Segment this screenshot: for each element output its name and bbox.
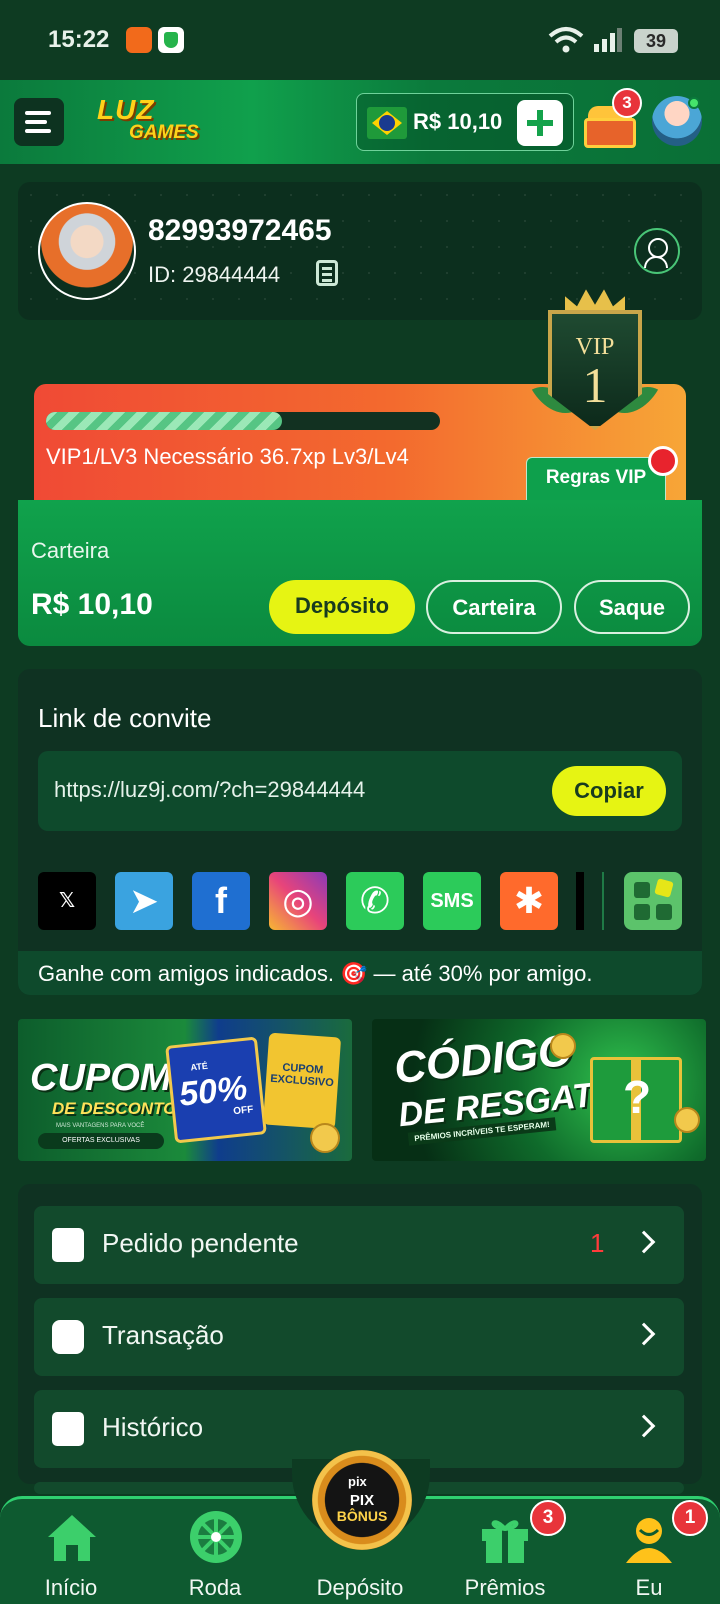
- account-menu-card: Pedido pendente 1 Transação Histórico: [18, 1184, 702, 1494]
- x-icon[interactable]: 𝕏: [38, 872, 96, 930]
- kwai-icon[interactable]: ✱: [500, 872, 558, 930]
- pending-count: 1: [590, 1228, 605, 1258]
- online-dot: [688, 97, 700, 109]
- header-avatar[interactable]: [652, 96, 702, 146]
- vip-badge-level: 1: [582, 357, 608, 413]
- redeem-code-banner[interactable]: CÓDIGO DE RESGATE PRÊMIOS INCRÍVEIS TE E…: [372, 1019, 706, 1161]
- deposit-button[interactable]: Depósito: [269, 580, 415, 634]
- menu-item-label: Pedido pendente: [102, 1228, 299, 1258]
- discount-upto: ATÉ: [189, 1060, 209, 1073]
- wallet-amount: R$ 10,10: [31, 588, 153, 621]
- withdraw-button[interactable]: Saque: [574, 580, 690, 634]
- user-avatar[interactable]: [38, 202, 136, 300]
- edit-profile-icon[interactable]: [634, 228, 680, 274]
- pix-logo: pix: [348, 1474, 367, 1489]
- pix-bonus-button[interactable]: pix PIX BÔNUS: [312, 1450, 412, 1550]
- whatsapp-icon[interactable]: ✆: [346, 872, 404, 930]
- status-bar: 15:22 39: [0, 0, 720, 80]
- chest-badge: 3: [612, 88, 642, 118]
- referral-note: Ganhe com amigos indicados. 🎯 — até 30% …: [18, 951, 702, 995]
- menu-item-label: Histórico: [102, 1412, 204, 1442]
- vip-rules-button[interactable]: Regras VIP: [526, 457, 666, 500]
- discount-off: OFF: [232, 1104, 254, 1118]
- vip-alert-dot: [648, 446, 678, 476]
- nav-home[interactable]: Início: [16, 1499, 126, 1604]
- invite-link-box: https://luz9j.com/?ch=29844444 Copiar: [38, 751, 682, 831]
- coupon-banner[interactable]: CUPOM DE DESCONTO MAIS VANTAGENS PARA VO…: [18, 1019, 352, 1161]
- app-header: LUZ GAMES R$ 10,10 3: [0, 80, 720, 164]
- menu-button[interactable]: [14, 98, 64, 146]
- coupon-title: CUPOM: [30, 1057, 172, 1099]
- gift-icon: [482, 1520, 528, 1563]
- wheel-icon: [190, 1511, 242, 1563]
- user-phone: 82993972465: [148, 214, 332, 247]
- menu-item-label: Transação: [102, 1320, 224, 1350]
- shopping-app-icon: [126, 27, 152, 53]
- coupon-subtitle: DE DESCONTO: [52, 1099, 177, 1118]
- luz-games-logo[interactable]: LUZ GAMES: [95, 94, 213, 152]
- instagram-icon[interactable]: ◎: [269, 872, 327, 930]
- vip-badge-icon: VIP 1: [531, 284, 659, 452]
- more-apps-icon[interactable]: [624, 872, 682, 930]
- menu-item-pending-order[interactable]: Pedido pendente 1: [34, 1206, 684, 1284]
- discount-ticket: ATÉ 50% OFF: [165, 1036, 267, 1144]
- coupon-tagline: MAIS VANTAGENS PARA VOCÊ: [56, 1123, 145, 1129]
- battery-indicator: 39: [634, 29, 678, 53]
- me-badge: 1: [672, 1500, 708, 1536]
- copy-link-button[interactable]: Copiar: [552, 766, 666, 816]
- wallet-icon: [52, 1320, 84, 1354]
- gift-box-icon: ?: [590, 1057, 682, 1143]
- security-app-icon: [158, 27, 184, 53]
- nav-wheel[interactable]: Roda: [160, 1499, 270, 1604]
- status-time: 15:22: [48, 26, 110, 53]
- prizes-badge: 3: [530, 1500, 566, 1536]
- coin-icon: [310, 1123, 340, 1153]
- coin-icon: [674, 1107, 700, 1133]
- chevron-right-icon: [632, 1322, 656, 1346]
- sms-icon[interactable]: SMS: [423, 872, 481, 930]
- signal-icon: [594, 28, 622, 52]
- invite-url[interactable]: https://luz9j.com/?ch=29844444: [54, 777, 365, 803]
- facebook-icon[interactable]: f: [192, 872, 250, 930]
- user-icon: [626, 1518, 672, 1563]
- balance-pill[interactable]: R$ 10,10: [356, 93, 574, 151]
- header-balance: R$ 10,10: [413, 109, 503, 134]
- menu-item-transaction[interactable]: Transação: [34, 1298, 684, 1376]
- chevron-right-icon: [632, 1414, 656, 1438]
- brazil-flag-icon: [367, 107, 407, 139]
- pix-bonus-line1: PIX: [349, 1492, 375, 1509]
- social-scroll-divider: [576, 872, 584, 930]
- wallet-button[interactable]: Carteira: [426, 580, 562, 634]
- invite-card: Link de convite https://luz9j.com/?ch=29…: [18, 669, 702, 995]
- copy-id-icon[interactable]: [316, 260, 338, 286]
- telegram-icon[interactable]: ➤: [115, 872, 173, 930]
- coupon-pill: OFERTAS EXCLUSIVAS: [38, 1133, 164, 1149]
- invite-title: Link de convite: [38, 703, 212, 733]
- home-icon: [48, 1515, 96, 1561]
- pix-bonus-line2: BÔNUS: [336, 1508, 388, 1524]
- coin-icon: [550, 1033, 576, 1059]
- chevron-right-icon: [632, 1230, 656, 1254]
- social-divider: [602, 872, 604, 930]
- history-icon: [52, 1412, 84, 1446]
- exclusive-ticket: CUPOM EXCLUSIVO: [262, 1032, 342, 1130]
- referral-note-text: Ganhe com amigos indicados. 🎯 — até 30% …: [38, 961, 593, 986]
- add-funds-button[interactable]: [517, 100, 563, 146]
- user-id: ID: 29844444: [148, 262, 281, 287]
- wallet-card: Carteira R$ 10,10 Depósito Carteira Saqu…: [18, 500, 702, 646]
- pending-order-icon: [52, 1228, 84, 1262]
- vip-progress-bar: [46, 412, 440, 430]
- vip-status-text: VIP1/LV3 Necessário 36.7xp Lv3/Lv4: [46, 444, 409, 469]
- wallet-label: Carteira: [31, 538, 110, 563]
- wifi-icon: [548, 27, 584, 53]
